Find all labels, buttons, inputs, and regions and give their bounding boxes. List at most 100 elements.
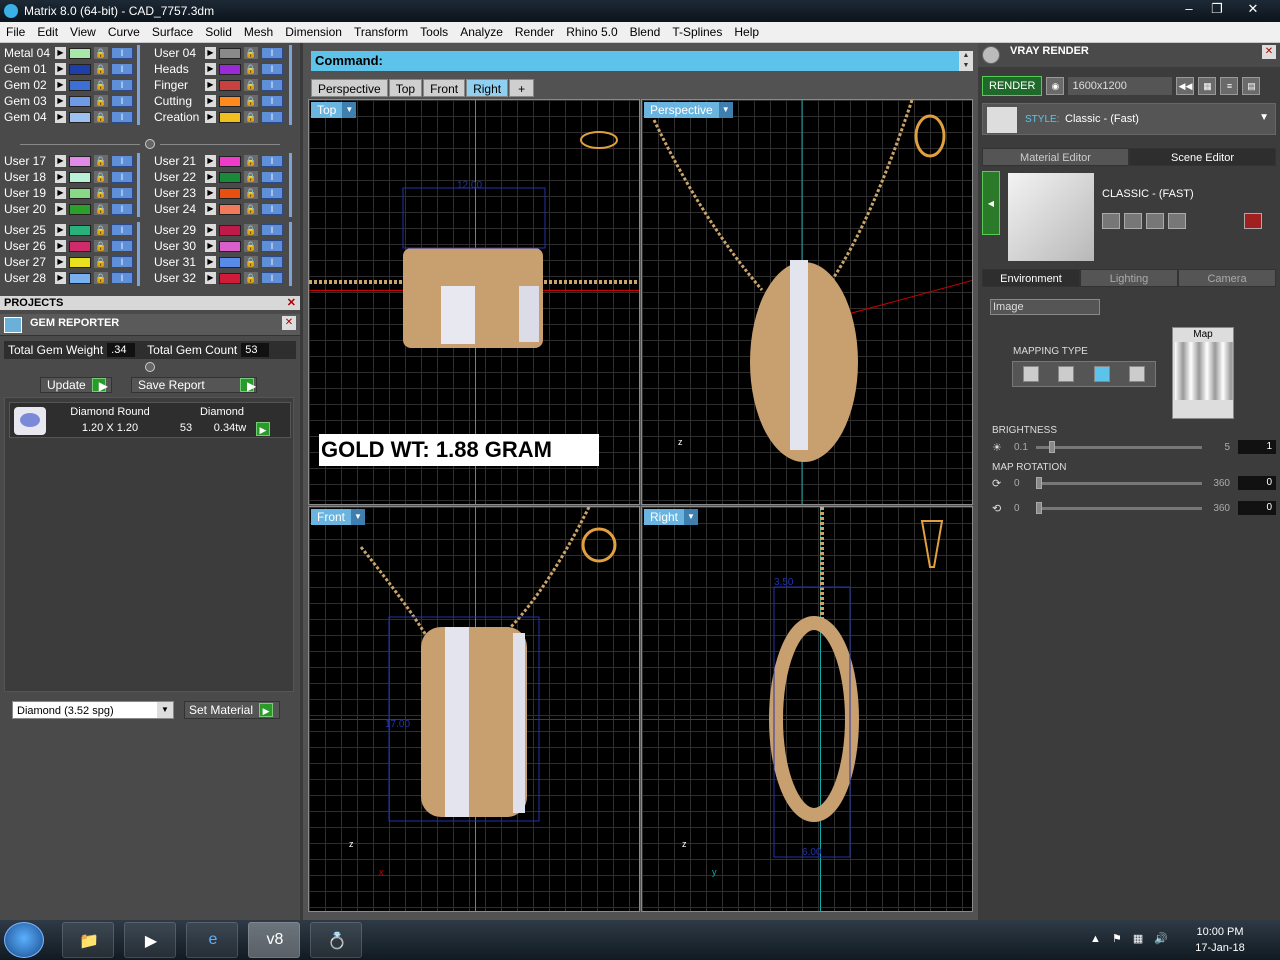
lock-icon[interactable]: 🔒 [94, 95, 108, 107]
visibility-toggle[interactable]: I [261, 171, 283, 183]
grid-icon[interactable]: ▤ [1242, 77, 1261, 95]
visibility-toggle[interactable]: I [261, 187, 283, 199]
update-button[interactable]: Update ▶ [40, 377, 112, 393]
lock-icon[interactable]: 🔒 [94, 240, 108, 252]
lock-icon[interactable]: 🔒 [244, 95, 258, 107]
menu-tsplines[interactable]: T-Splines [666, 25, 728, 39]
add-tab-button[interactable]: + [509, 79, 535, 97]
menu-rhino[interactable]: Rhino 5.0 [560, 25, 623, 39]
collapse-arrow-icon[interactable]: ◀ [982, 171, 1000, 235]
lock-icon[interactable]: 🔒 [244, 203, 258, 215]
layer-color-swatch[interactable] [69, 171, 91, 183]
visibility-toggle[interactable]: I [111, 95, 133, 107]
close-icon[interactable]: ✕ [1262, 45, 1276, 59]
visibility-toggle[interactable]: I [111, 63, 133, 75]
menu-tools[interactable]: Tools [414, 25, 454, 39]
tab-right[interactable]: Right [466, 79, 509, 97]
layer-color-swatch[interactable] [69, 155, 91, 167]
expand-arrow-icon[interactable]: ▶ [55, 95, 66, 107]
rotation-track[interactable] [1036, 476, 1202, 489]
expand-arrow-icon[interactable]: ▶ [205, 203, 216, 215]
layer-color-swatch[interactable] [219, 95, 241, 107]
front-viewport[interactable]: Front ▼ 17.00 z x [308, 506, 640, 912]
layer-row[interactable]: Gem 03 ▶ 🔒 I [0, 93, 137, 109]
layer-row[interactable]: User 19 ▶ 🔒 I [0, 185, 137, 201]
brightness-slider[interactable]: ☀ 0.1 5 1 [992, 439, 1276, 455]
layer-row[interactable]: Creation ▶ 🔒 I [150, 109, 289, 125]
visibility-toggle[interactable]: I [261, 63, 283, 75]
gem-list-item[interactable]: Diamond Round 1.20 X 1.20 Diamond 53 0.3… [9, 402, 291, 438]
lock-icon[interactable]: 🔒 [244, 240, 258, 252]
expand-arrow-icon[interactable]: ▶ [205, 272, 216, 284]
expand-arrow-icon[interactable]: ▶ [55, 171, 66, 183]
layer-row[interactable]: User 30 ▶ 🔒 I [150, 238, 289, 254]
lock-icon[interactable]: 🔒 [94, 187, 108, 199]
layer-row[interactable]: User 04 ▶ 🔒 I [150, 45, 289, 61]
expand-arrow-icon[interactable]: ▶ [205, 79, 216, 91]
export-icon[interactable] [1146, 213, 1164, 229]
layer-color-swatch[interactable] [219, 63, 241, 75]
layer-row[interactable]: User 20 ▶ 🔒 I [0, 201, 137, 217]
layer-color-swatch[interactable] [219, 240, 241, 252]
layer-color-swatch[interactable] [69, 95, 91, 107]
menu-analyze[interactable]: Analyze [454, 25, 509, 39]
expand-arrow-icon[interactable]: ▶ [55, 155, 66, 167]
menu-render[interactable]: Render [509, 25, 560, 39]
expand-arrow-icon[interactable]: ▶ [205, 95, 216, 107]
layer-color-swatch[interactable] [219, 79, 241, 91]
layer-color-swatch[interactable] [219, 111, 241, 123]
lock-icon[interactable]: 🔒 [94, 256, 108, 268]
file-explorer-icon[interactable]: 📁 [62, 922, 114, 958]
map-preview[interactable]: Map [1172, 327, 1234, 419]
layer-row[interactable]: Gem 01 ▶ 🔒 I [0, 61, 137, 77]
perspective-viewport[interactable]: Perspective ▼ z [641, 99, 973, 505]
layer-row[interactable]: User 31 ▶ 🔒 I [150, 254, 289, 270]
menu-view[interactable]: View [64, 25, 102, 39]
lock-icon[interactable]: 🔒 [244, 155, 258, 167]
expand-arrow-icon[interactable]: ▶ [205, 171, 216, 183]
layer-color-swatch[interactable] [69, 111, 91, 123]
layer-color-swatch[interactable] [219, 187, 241, 199]
visibility-toggle[interactable]: I [111, 224, 133, 236]
menu-surface[interactable]: Surface [146, 25, 199, 39]
layer-row[interactable]: User 28 ▶ 🔒 I [0, 270, 137, 286]
layer-row[interactable]: User 26 ▶ 🔒 I [0, 238, 137, 254]
brightness-value[interactable]: 1 [1238, 440, 1276, 454]
dome-map-icon[interactable] [1129, 366, 1146, 382]
layer-color-swatch[interactable] [69, 272, 91, 284]
expand-arrow-icon[interactable]: ▶ [55, 272, 66, 284]
import-icon[interactable] [1168, 213, 1186, 229]
save-icon[interactable] [1102, 213, 1120, 229]
close-icon[interactable]: ✕ [282, 316, 296, 330]
save-report-button[interactable]: Save Report ▶ [131, 377, 257, 393]
expand-arrow-icon[interactable]: ▶ [55, 79, 66, 91]
visibility-toggle[interactable]: I [111, 256, 133, 268]
lock-icon[interactable]: 🔒 [244, 187, 258, 199]
collapse-handle[interactable] [145, 362, 155, 372]
layer-row[interactable]: Metal 04 ▶ 🔒 I [0, 45, 137, 61]
visibility-toggle[interactable]: I [111, 240, 133, 252]
expand-arrow-icon[interactable]: ▶ [205, 111, 216, 123]
visibility-toggle[interactable]: I [261, 224, 283, 236]
spherical-map-icon[interactable] [1093, 366, 1110, 382]
camera-icon[interactable]: ◉ [1046, 77, 1065, 95]
layer-row[interactable]: User 32 ▶ 🔒 I [150, 270, 289, 286]
material-select[interactable]: Diamond (3.52 spg) ▼ [12, 701, 174, 719]
tab-top[interactable]: Top [388, 79, 423, 97]
expand-arrow-icon[interactable]: ▶ [55, 187, 66, 199]
layer-color-swatch[interactable] [69, 224, 91, 236]
layer-row[interactable]: User 29 ▶ 🔒 I [150, 222, 289, 238]
top-viewport[interactable]: Top ▼ 12.00 GOLD WT: 1.88 GRAM [308, 99, 640, 505]
layer-color-swatch[interactable] [219, 171, 241, 183]
menu-mesh[interactable]: Mesh [238, 25, 279, 39]
layer-row[interactable]: User 21 ▶ 🔒 I [150, 153, 289, 169]
expand-arrow-icon[interactable]: ▶ [205, 63, 216, 75]
resolution-select[interactable]: 1600x1200 [1068, 77, 1173, 95]
command-scroll[interactable]: ▲ ▼ [959, 51, 973, 71]
system-tray-icons[interactable]: ▲ ⚑ ▦ 🔊 [1090, 932, 1172, 945]
slider-knob[interactable] [1036, 476, 1042, 489]
layer-row[interactable]: User 27 ▶ 🔒 I [0, 254, 137, 270]
expand-arrow-icon[interactable]: ▶ [205, 224, 216, 236]
tab-environment[interactable]: Environment [982, 269, 1080, 287]
layer-row[interactable]: Finger ▶ 🔒 I [150, 77, 289, 93]
